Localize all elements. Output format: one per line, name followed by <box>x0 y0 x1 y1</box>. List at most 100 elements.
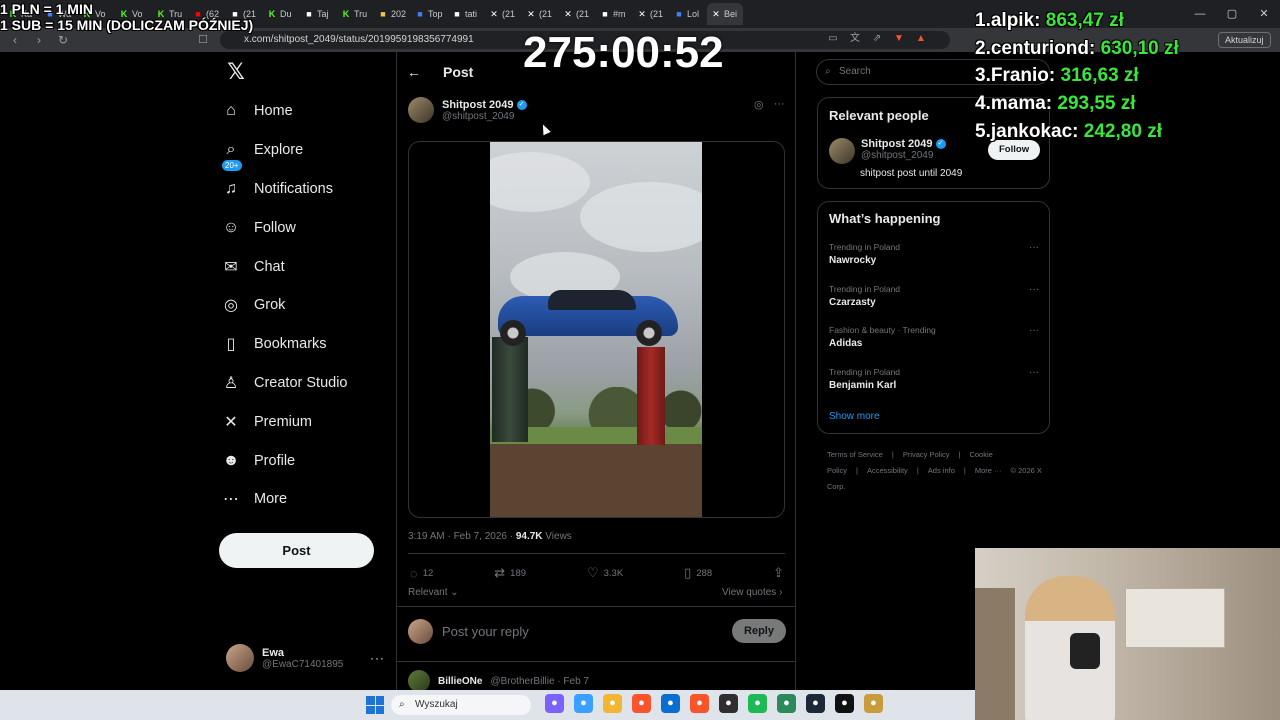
update-browser-button[interactable]: Aktualizuj <box>1218 32 1271 48</box>
browser-tab[interactable]: ■ tati <box>448 3 484 25</box>
bookmark-page-icon[interactable]: ☐ <box>198 33 208 46</box>
trend-item[interactable]: Trending in Poland Czarzasty ··· <box>829 284 1039 308</box>
reply-button[interactable]: Reply <box>732 619 786 643</box>
sidebar-item-follow[interactable]: ☺ Follow <box>220 208 348 247</box>
browser-tab[interactable]: K Tru <box>337 3 373 25</box>
browser-tab[interactable]: ■ Lol <box>670 3 706 25</box>
browser-tab[interactable]: ■ #m <box>596 3 632 25</box>
more-options-icon[interactable]: ··· <box>1029 242 1039 253</box>
maximize-icon[interactable]: ▢ <box>1216 0 1248 28</box>
windows-start-icon[interactable] <box>366 696 384 714</box>
more-options-icon[interactable]: ··· <box>774 98 785 111</box>
footer-link[interactable]: More ··· <box>975 466 1002 475</box>
post-author[interactable]: Shitpost 2049 ✓ @shitpost_2049 <box>408 97 527 123</box>
files-icon[interactable]: ● <box>603 694 622 713</box>
brave-browser-icon[interactable]: ● <box>690 694 709 713</box>
reply-post[interactable]: BillieONe @BrotherBillie · Feb 7 <box>408 670 589 692</box>
verified-badge-icon: ✓ <box>935 139 946 149</box>
avatar[interactable] <box>829 138 855 164</box>
browser-tab[interactable]: ■ Top <box>411 3 447 25</box>
account-switcher[interactable]: Ewa @EwaC71401895 <box>226 644 343 672</box>
browser-tab[interactable]: ■ 202 <box>374 3 410 25</box>
account-name: Ewa <box>262 646 285 659</box>
obs-icon[interactable]: ● <box>719 694 738 713</box>
like-stat[interactable]: ♡ 3.3K <box>587 565 623 581</box>
footer-link[interactable]: Ads info <box>928 466 955 475</box>
trend-item[interactable]: Trending in Poland Nawrocky ··· <box>829 242 1039 266</box>
share-icon[interactable]: ⇗ <box>870 31 884 47</box>
sidebar-item-premium[interactable]: ✕ Premium <box>220 402 348 441</box>
forward-arrow-icon[interactable]: › <box>32 33 46 47</box>
more-options-icon[interactable]: ··· <box>1029 284 1039 295</box>
taskbar-search[interactable]: ⌕ Wyszukaj <box>391 695 531 715</box>
spotify-icon[interactable]: ● <box>748 694 767 713</box>
sidebar-item-more[interactable]: ⋯ More <box>220 480 348 519</box>
browser-tab[interactable]: ■ Taj <box>300 3 336 25</box>
close-window-icon[interactable]: ✕ <box>1248 0 1280 28</box>
brave-shield-icon[interactable]: ▼ <box>892 31 906 47</box>
sidebar-item-grok[interactable]: ◎ Grok <box>220 286 348 325</box>
browser-tab[interactable]: ✕ (21 <box>522 3 558 25</box>
footer-link[interactable]: Terms of Service <box>827 450 883 459</box>
browser-tab[interactable]: ✕ (21 <box>485 3 521 25</box>
sidebar-item-notifications[interactable]: ♫ 20+ Notifications <box>220 159 348 209</box>
trend-name: Adidas <box>829 338 863 349</box>
post-media[interactable] <box>408 141 785 518</box>
browser-tab[interactable]: ✕ Bei <box>707 3 743 25</box>
sidebar-item-chat[interactable]: ✉ Chat <box>220 247 348 286</box>
reply-input[interactable]: Post your reply <box>442 624 723 639</box>
league-icon[interactable]: ● <box>864 694 883 713</box>
author-handle[interactable]: @shitpost_2049 <box>442 111 527 122</box>
trend-item[interactable]: Fashion & beauty · Trending Adidas ··· <box>829 325 1039 349</box>
minimize-icon[interactable]: — <box>1184 0 1216 28</box>
more-options-icon[interactable]: ··· <box>1029 367 1039 378</box>
share-stat[interactable]: ⇪ <box>773 565 784 581</box>
repost-stat[interactable]: ⇄ 189 <box>494 565 526 581</box>
more-circle-icon: ⋯ <box>223 491 239 509</box>
browser-tab[interactable]: ✕ (21 <box>559 3 595 25</box>
sidebar-item-profile[interactable]: ☻ Profile <box>220 441 348 480</box>
show-more-link[interactable]: Show more <box>829 411 880 422</box>
grok-icon[interactable]: ◎ <box>754 98 764 111</box>
back-arrow-icon[interactable]: ‹ <box>8 33 22 47</box>
bookmark-stat[interactable]: ▯ 288 <box>684 565 712 581</box>
avatar[interactable] <box>408 670 430 692</box>
more-options-icon[interactable]: ··· <box>1029 325 1039 336</box>
person-name[interactable]: Shitpost 2049 <box>861 138 933 150</box>
person-handle[interactable]: @shitpost_2049 <box>861 150 946 161</box>
browser-tab[interactable]: ✕ (21 <box>633 3 669 25</box>
relevant-person[interactable]: Shitpost 2049 ✓ @shitpost_2049 <box>829 138 946 164</box>
brave-rewards-icon[interactable]: ▲ <box>914 31 928 47</box>
translate-icon[interactable]: 文 <box>848 31 862 47</box>
post-button[interactable]: Post <box>219 533 374 568</box>
sidebar-item-creator-studio[interactable]: ♙ Creator Studio <box>220 364 348 403</box>
post-photo[interactable] <box>490 142 702 517</box>
footer-link[interactable]: Accessibility <box>867 466 908 475</box>
donation-leaderboard: 1.alpik: 863,47 zł 2.centuriond: 630,10 z… <box>975 7 1179 146</box>
reload-icon[interactable]: ↻ <box>56 33 70 47</box>
steam-icon[interactable]: ● <box>806 694 825 713</box>
reply-author-name[interactable]: BillieONe <box>438 676 482 687</box>
post-time[interactable]: 3:19 AM · Feb 7, 2026 · <box>408 531 516 542</box>
sidebar-item-bookmarks[interactable]: ▯ Bookmarks <box>220 325 348 364</box>
cast-icon[interactable]: ▭ <box>826 31 840 47</box>
store-icon[interactable]: ● <box>661 694 680 713</box>
browser-tab[interactable]: K Du <box>263 3 299 25</box>
brave-icon[interactable]: ● <box>632 694 651 713</box>
notepad-icon[interactable]: ● <box>777 694 796 713</box>
back-arrow-icon[interactable]: ← <box>407 64 421 80</box>
trend-item[interactable]: Trending in Poland Benjamin Karl ··· <box>829 367 1039 391</box>
x-logo-icon[interactable]: 𝕏 <box>224 60 248 84</box>
author-name[interactable]: Shitpost 2049 <box>442 99 514 111</box>
reply-sort-dropdown[interactable]: Relevant ⌄ <box>408 587 459 598</box>
view-quotes-link[interactable]: View quotes › <box>722 587 782 598</box>
author-avatar[interactable] <box>408 97 434 123</box>
reply-author-handle[interactable]: @BrotherBillie · Feb 7 <box>490 676 589 687</box>
sidebar-item-home[interactable]: ⌂ Home <box>220 92 348 131</box>
capcut-icon[interactable]: ● <box>835 694 854 713</box>
widgets-icon[interactable]: ● <box>574 694 593 713</box>
account-more-icon[interactable]: ··· <box>370 651 385 665</box>
copilot-icon[interactable]: ● <box>545 694 564 713</box>
footer-link[interactable]: Privacy Policy <box>903 450 950 459</box>
reply-stat[interactable]: ◌ 12 <box>410 565 433 581</box>
